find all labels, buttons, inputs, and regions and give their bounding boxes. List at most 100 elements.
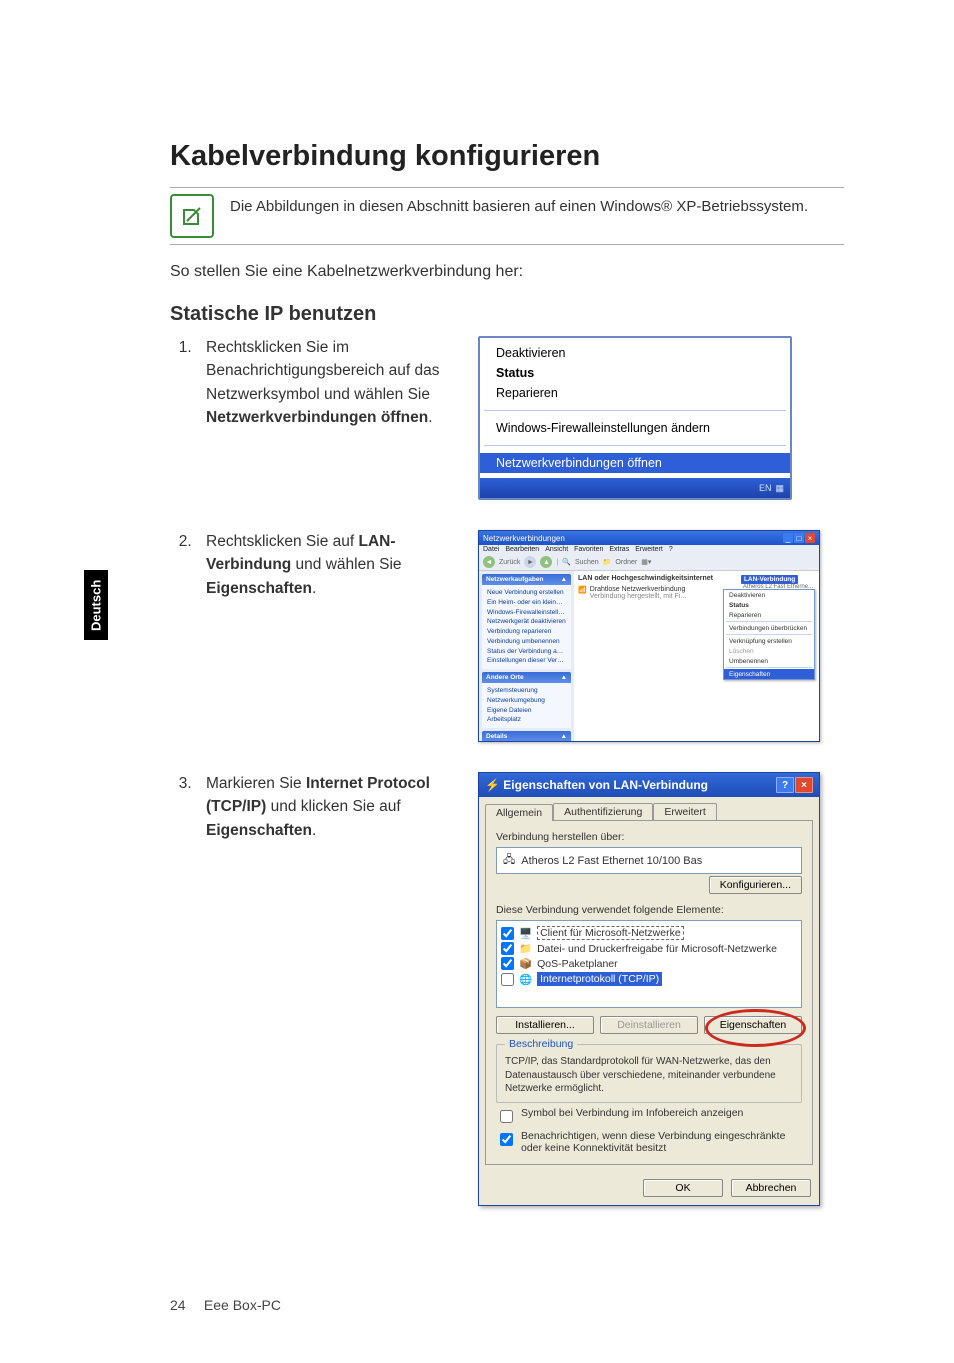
close-icon[interactable]: ×: [795, 777, 813, 793]
qos-icon: 📦: [519, 957, 532, 970]
note-icon: [170, 194, 214, 238]
ok-button[interactable]: OK: [643, 1179, 723, 1197]
lan-item-selected[interactable]: LAN-Verbindung: [741, 575, 798, 584]
other-item[interactable]: Netzwerkumgebung: [487, 696, 566, 706]
ctx-rename[interactable]: Umbenennen: [724, 656, 814, 666]
folders-icon[interactable]: 📁: [603, 558, 612, 566]
step-3-b2: Eigenschaften: [206, 822, 312, 839]
ctx-shortcut[interactable]: Verknüpfung erstellen: [724, 636, 814, 646]
folders-label: Ordner: [615, 559, 637, 566]
task-item[interactable]: Neue Verbindung erstellen: [487, 588, 566, 598]
properties-button[interactable]: Eigenschaften: [704, 1016, 802, 1034]
task-item[interactable]: Windows-Firewalleinstellungen ändern: [487, 608, 566, 618]
maximize-icon[interactable]: □: [794, 533, 804, 543]
notify-checkbox-row[interactable]: Benachrichtigen, wenn diese Verbindung e…: [496, 1130, 802, 1154]
checkbox[interactable]: [501, 942, 514, 955]
menu-extras[interactable]: Extras: [609, 546, 629, 553]
ctx-status[interactable]: Status: [724, 600, 814, 610]
wlan-icon: 📶: [578, 586, 587, 594]
protocol-icon: 🌐: [519, 973, 532, 986]
install-button[interactable]: Installieren...: [496, 1016, 594, 1034]
ctx-repair[interactable]: Reparieren: [724, 610, 814, 620]
note-text: Die Abbildungen in diesen Abschnitt basi…: [230, 194, 808, 218]
cancel-button[interactable]: Abbrechen: [731, 1179, 811, 1197]
language-side-tab: Deutsch: [84, 570, 108, 640]
button-row: Installieren... Deinstallieren Eigenscha…: [496, 1016, 802, 1034]
list-item[interactable]: 📁 Datei- und Druckerfreigabe für Microso…: [501, 941, 797, 956]
menu-advanced[interactable]: Erweitert: [635, 546, 663, 553]
search-label: Suchen: [575, 559, 599, 566]
list-item-tcpip[interactable]: 🌐 Internetprotokoll (TCP/IP): [501, 971, 797, 987]
ctx-repair[interactable]: Reparieren: [480, 383, 790, 403]
description-text: TCP/IP, das Standardprotokoll für WAN-Ne…: [505, 1055, 793, 1096]
other-item[interactable]: Eigene Dateien: [487, 706, 566, 716]
forward-icon[interactable]: ►: [524, 556, 536, 568]
document-page: Deutsch Kabelverbindung konfigurieren Di…: [0, 0, 954, 1363]
menu-favorites[interactable]: Favoriten: [574, 546, 603, 553]
ctx-deactivate[interactable]: Deaktivieren: [480, 343, 790, 363]
checkbox[interactable]: [501, 957, 514, 970]
menu-edit[interactable]: Bearbeiten: [505, 546, 539, 553]
ctx-firewall[interactable]: Windows-Firewalleinstellungen ändern: [480, 418, 790, 438]
step-3-t3: .: [312, 822, 316, 839]
close-icon[interactable]: ×: [805, 533, 815, 543]
step-1-row: Rechtsklicken Sie im Benachrichtigungsbe…: [170, 336, 844, 500]
views-icon[interactable]: ▦▾: [641, 558, 651, 566]
menu-view[interactable]: Ansicht: [545, 546, 568, 553]
dialog-tabs: Allgemein Authentifizierung Erweitert: [479, 797, 819, 820]
ctx-separator: [484, 445, 786, 446]
ctx-status[interactable]: Status: [480, 363, 790, 383]
back-icon[interactable]: ◄: [483, 556, 495, 568]
step-2-text: Rechtsklicken Sie auf LAN-Verbindung und…: [170, 530, 450, 600]
uninstall-button: Deinstallieren: [600, 1016, 698, 1034]
task-item[interactable]: Netzwerkgerät deaktivieren: [487, 617, 566, 627]
window-menubar[interactable]: Datei Bearbeiten Ansicht Favoriten Extra…: [479, 545, 819, 554]
step-2-t3: .: [312, 580, 316, 597]
sidebar-other: Systemsteuerung Netzwerkumgebung Eigene …: [482, 683, 571, 728]
nic-icon: 🖧: [503, 851, 515, 870]
other-item[interactable]: Arbeitsplatz: [487, 715, 566, 725]
step-1-after: .: [428, 409, 432, 426]
task-item[interactable]: Status der Verbindung anzeigen: [487, 647, 566, 657]
step-3-t2: und klicken Sie auf: [266, 798, 400, 815]
task-item[interactable]: Verbindung reparieren: [487, 627, 566, 637]
tray-network-icon[interactable]: ▦: [775, 483, 784, 494]
task-item[interactable]: Ein Heim- oder ein kleines Firmennetzwer…: [487, 598, 566, 608]
help-icon[interactable]: ?: [776, 777, 794, 793]
list-item[interactable]: 📦 QoS-Paketplaner: [501, 956, 797, 971]
description-group: Beschreibung TCP/IP, das Standardprotoko…: [496, 1044, 802, 1103]
checkbox[interactable]: [501, 973, 514, 986]
minimize-icon[interactable]: _: [783, 533, 793, 543]
configure-button[interactable]: Konfigurieren...: [709, 876, 802, 894]
tab-auth[interactable]: Authentifizierung: [553, 803, 653, 820]
step-2-t1: Rechtsklicken Sie auf: [206, 533, 359, 550]
task-item[interactable]: Einstellungen dieser Verbindung ändern: [487, 656, 566, 666]
dialog-footer: OK Abbrechen: [479, 1171, 819, 1205]
section-heading: Statische IP benutzen: [170, 303, 844, 326]
back-label: Zurück: [499, 559, 520, 566]
checkbox[interactable]: [501, 927, 514, 940]
step-2-t2: und wählen Sie: [291, 556, 401, 573]
ctx-open-connections[interactable]: Netzwerkverbindungen öffnen: [480, 453, 790, 473]
device-field: 🖧 Atheros L2 Fast Ethernet 10/100 Bas: [496, 847, 802, 874]
checkbox[interactable]: [500, 1110, 513, 1123]
tab-general[interactable]: Allgemein: [485, 804, 553, 821]
ctx-deactivate[interactable]: Deaktivieren: [724, 590, 814, 600]
ctx-bridge[interactable]: Verbindungen überbrücken: [724, 623, 814, 633]
step-3-screenshot: ⚡ Eigenschaften von LAN-Verbindung ? × A…: [478, 772, 844, 1206]
step-1-text: Rechtsklicken Sie im Benachrichtigungsbe…: [170, 336, 450, 429]
ctx-properties[interactable]: Eigenschaften: [724, 669, 814, 679]
tab-advanced[interactable]: Erweitert: [653, 803, 716, 820]
connect-using-label: Verbindung herstellen über:: [496, 831, 802, 843]
window-titlebar: Netzwerkverbindungen _ □ ×: [479, 531, 819, 545]
other-item[interactable]: Systemsteuerung: [487, 686, 566, 696]
checkbox[interactable]: [500, 1133, 513, 1146]
show-icon-checkbox-row[interactable]: Symbol bei Verbindung im Infobereich anz…: [496, 1107, 802, 1126]
list-item[interactable]: 🖥️ Client für Microsoft-Netzwerke: [501, 925, 797, 941]
lang-indicator[interactable]: EN: [759, 483, 772, 493]
task-item[interactable]: Verbindung umbenennen: [487, 637, 566, 647]
search-icon[interactable]: 🔍: [562, 558, 571, 566]
menu-help[interactable]: ?: [669, 546, 673, 553]
up-icon[interactable]: ▲: [540, 556, 552, 568]
menu-file[interactable]: Datei: [483, 546, 499, 553]
